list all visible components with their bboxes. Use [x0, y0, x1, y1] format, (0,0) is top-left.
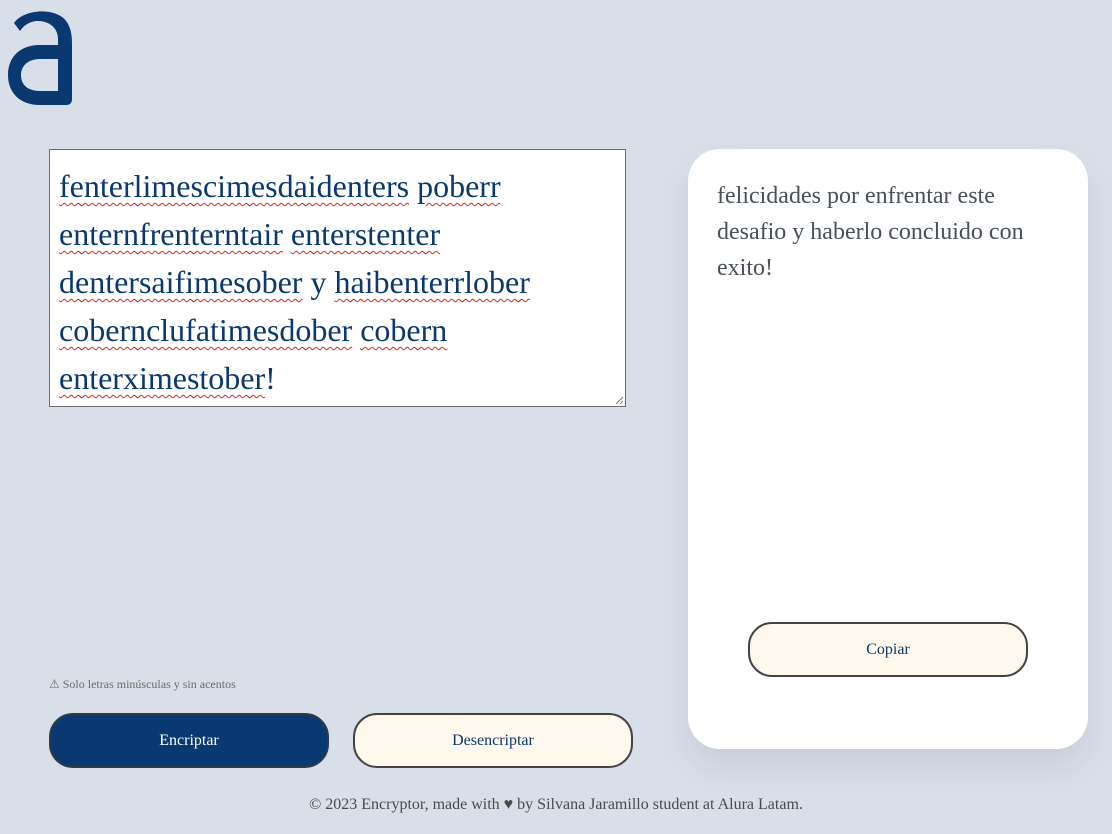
input-word: poberr [417, 168, 501, 204]
warning-text: ⚠ Solo letras minúsculas y sin acentos [49, 677, 236, 691]
copy-button-label: Copiar [866, 640, 910, 658]
footer-text: © 2023 Encryptor, made with ♥ by Silvana… [309, 796, 803, 813]
input-word: ! [265, 360, 276, 396]
input-warning: ⚠ Solo letras minúsculas y sin acentos [49, 677, 236, 692]
decrypt-button-label: Desencriptar [452, 731, 534, 749]
message-textarea[interactable]: fenterlimescimesdaidenters poberr entern… [49, 149, 626, 407]
output-card: felicidades por enfrentar este desafio y… [688, 149, 1088, 749]
decrypt-button[interactable]: Desencriptar [353, 713, 633, 768]
output-text: felicidades por enfrentar este desafio y… [717, 183, 1024, 281]
encrypt-button[interactable]: Encriptar [49, 713, 329, 768]
input-word: fenterlimescimesdaidenters [59, 168, 410, 204]
encrypt-button-label: Encriptar [159, 731, 219, 749]
input-word: dentersaifimesober [59, 264, 303, 300]
input-word: cobern [360, 312, 448, 348]
input-word: enternfrenterntair [59, 216, 283, 252]
alura-logo-icon [8, 9, 72, 105]
copy-button[interactable]: Copiar [748, 622, 1028, 677]
resize-grip-icon[interactable] [615, 396, 623, 404]
input-word: enterximestober [59, 360, 266, 396]
footer: © 2023 Encryptor, made with ♥ by Silvana… [0, 796, 1112, 814]
input-word: y [310, 264, 327, 300]
input-word: cobernclufatimesdober [59, 312, 353, 348]
input-word: haibenterrlober [334, 264, 530, 300]
message-input-text[interactable]: fenterlimescimesdaidenters poberr entern… [59, 162, 616, 402]
input-word: enterstenter [290, 216, 441, 252]
